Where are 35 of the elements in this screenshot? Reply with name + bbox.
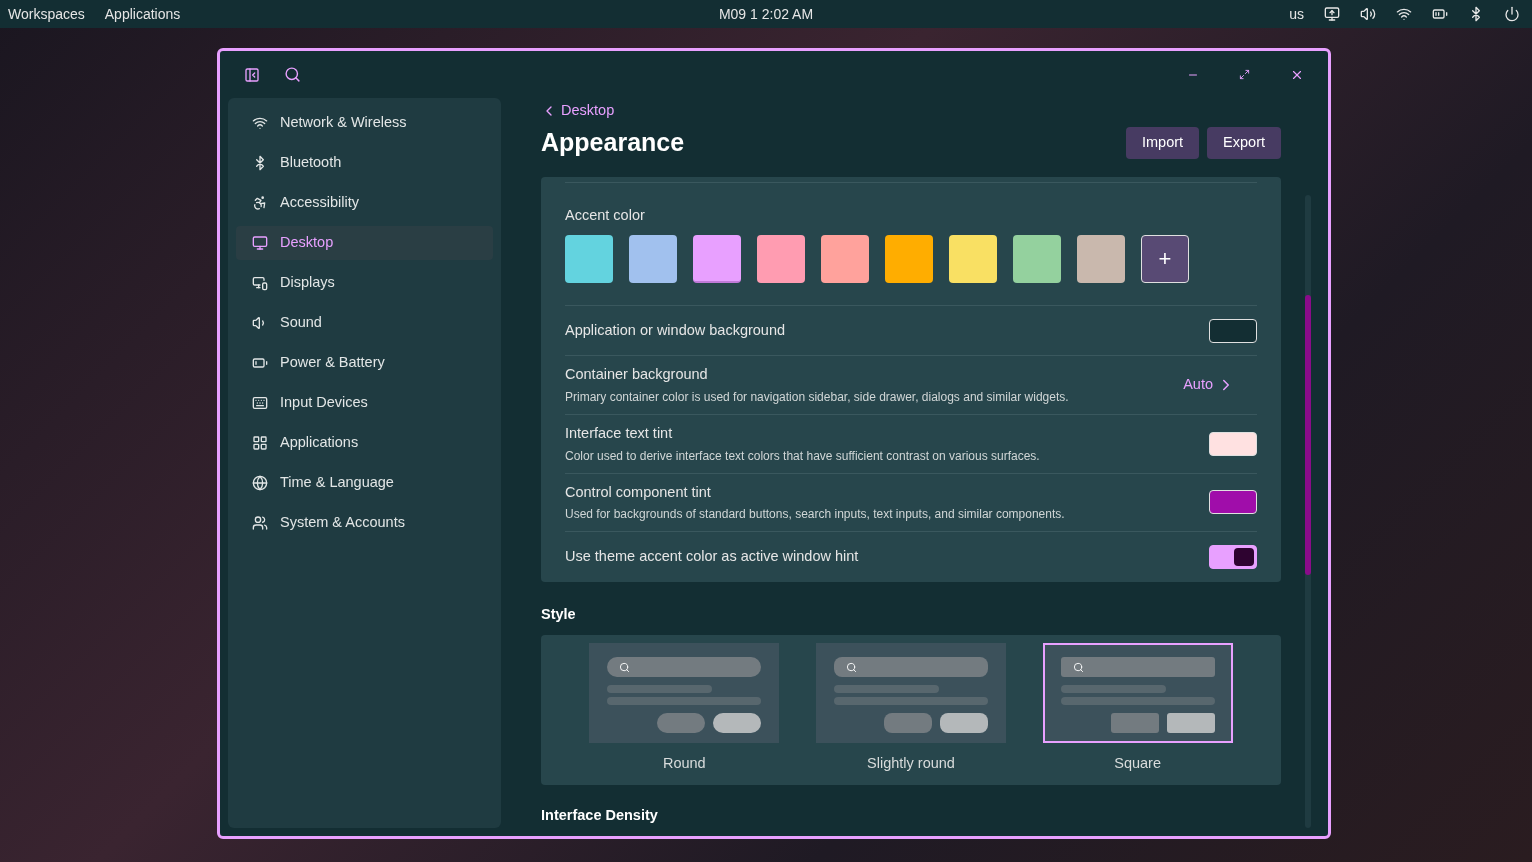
sidebar-item[interactable]: Time & Language	[236, 466, 493, 500]
setting-description: Used for backgrounds of standard buttons, search inputs, text inputs, and similar components.	[565, 506, 1065, 524]
sidebar-item[interactable]: Displays	[236, 266, 493, 300]
style-label: Slightly round	[867, 754, 955, 773]
setting-description: Primary container color is used for navigation sidebar, side drawer, dialogs and similar widgets.	[565, 388, 1069, 406]
setting-label: Use theme accent color as active window hint	[565, 547, 859, 567]
clock[interactable]: M09 1 2:02 AM	[718, 3, 814, 25]
setting-description: Color used to derive interface text colors that have sufficient contrast on various surfaces.	[565, 447, 1040, 465]
sidebar-item[interactable]: Bluetooth	[236, 146, 493, 180]
setting-label: Application or window background	[565, 320, 786, 340]
sidebar-item[interactable]: Power & Battery	[236, 346, 493, 380]
top-bar-menu[interactable]: Workspaces	[8, 3, 85, 25]
section-label: Accent color	[565, 206, 646, 226]
setting-label: Interface text tint	[565, 423, 674, 443]
sidebar-item[interactable]: Applications	[236, 426, 493, 460]
style-label: Square	[1114, 754, 1161, 773]
back-link[interactable]: Desktop	[541, 100, 1281, 122]
sidebar-item[interactable]: Accessibility	[236, 186, 493, 220]
header-button[interactable]: Import	[1126, 126, 1200, 159]
style-label: Round	[662, 754, 706, 773]
page-title: Appearance	[541, 126, 685, 158]
section-heading: Style	[541, 605, 577, 625]
keyboard-layout[interactable]: us	[1289, 3, 1304, 25]
add-color-button[interactable]: +	[1141, 235, 1189, 283]
sidebar-item[interactable]: System & Accounts	[236, 506, 493, 540]
top-bar-menu[interactable]: Applications	[104, 3, 181, 25]
sidebar-item[interactable]: Desktop	[236, 226, 493, 260]
auto-link[interactable]: Auto	[1183, 374, 1235, 396]
sidebar-item[interactable]: Network & Wireless	[236, 106, 493, 140]
sidebar-item[interactable]: Sound	[236, 306, 493, 340]
header-button[interactable]: Export	[1207, 126, 1281, 159]
section-heading: Interface Density	[541, 805, 659, 825]
setting-label: Control component tint	[565, 482, 712, 502]
setting-label: Container background	[565, 365, 709, 384]
sidebar-item[interactable]: Input Devices	[236, 386, 493, 420]
